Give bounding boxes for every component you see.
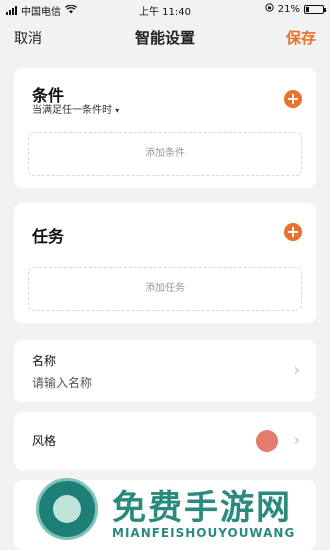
task-title: 任务 [32, 227, 65, 246]
add-condition-button[interactable]: 添加条件 [28, 132, 302, 176]
watermark-text-cn: 免费手游网 [112, 488, 292, 528]
save-button[interactable]: 保存 [286, 27, 316, 48]
chevron-right-icon: › [293, 360, 300, 379]
page-title: 智能设置 [134, 29, 195, 47]
style-color-swatch[interactable] [256, 430, 278, 452]
battery-icon [304, 4, 326, 14]
orientation-lock-icon [265, 3, 274, 15]
task-card: 任务 + 添加任务 [14, 203, 316, 323]
condition-mode-label: 当满足任一条件时 [32, 105, 112, 116]
status-bar: 中国电信 上午 11:40 21% [0, 0, 330, 18]
navigation-bar: 取消 智能设置 保存 [0, 22, 330, 50]
condition-card: 条件 当满足任一条件时 ▾ + 添加条件 [14, 68, 316, 188]
watermark-text-en: MIANFEISHOUYOUWANG [112, 526, 296, 540]
style-row[interactable]: 风格 › [14, 412, 316, 470]
name-input[interactable]: 请输入名称 [32, 374, 92, 391]
battery-percent: 21% [277, 3, 300, 15]
style-label: 风格 [32, 434, 57, 448]
watermark-logo-icon [36, 478, 98, 540]
condition-mode-dropdown[interactable]: 当满足任一条件时 ▾ [32, 101, 119, 116]
add-task-button[interactable]: 添加任务 [28, 267, 302, 311]
name-label: 名称 [32, 354, 57, 368]
chevron-right-icon: › [293, 430, 300, 449]
watermark: 免费手游网 MIANFEISHOUYOUWANG [30, 474, 330, 550]
chevron-down-icon: ▾ [115, 106, 120, 115]
name-row[interactable]: 名称 请输入名称 › [14, 340, 316, 402]
add-task-plus-icon[interactable]: + [284, 223, 302, 241]
status-right: 21% [265, 3, 326, 15]
add-condition-plus-icon[interactable]: + [284, 90, 302, 108]
